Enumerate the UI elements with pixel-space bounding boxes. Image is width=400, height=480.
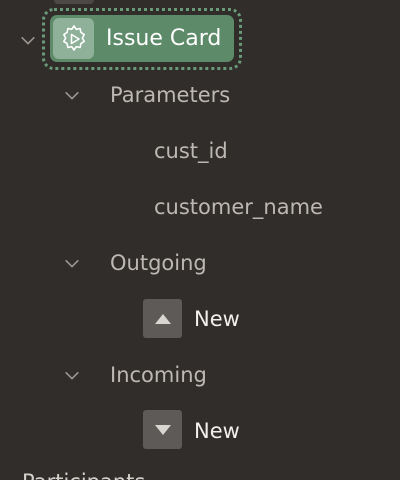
tree-node-parameter[interactable]: cust_id <box>154 139 228 163</box>
arrow-up-icon <box>143 299 182 338</box>
tree-node-parameters[interactable]: Parameters <box>110 83 230 107</box>
chevron-down-icon[interactable] <box>62 85 82 105</box>
chevron-down-icon[interactable] <box>18 30 38 50</box>
tree-node-label: Issue Card <box>106 26 222 51</box>
tree-node-outgoing[interactable]: Outgoing <box>110 251 207 275</box>
tree-view: Issue Card Parameters cust_id customer_n… <box>0 0 400 480</box>
tree-node-incoming-new[interactable]: New <box>194 419 240 443</box>
chevron-down-icon[interactable] <box>62 365 82 385</box>
previous-item-stub <box>54 0 94 4</box>
gear-play-icon <box>53 18 94 59</box>
chevron-down-icon[interactable] <box>62 253 82 273</box>
tree-node-incoming[interactable]: Incoming <box>110 363 207 387</box>
tree-node-participants[interactable]: Participants <box>22 470 145 480</box>
tree-node-parameter[interactable]: customer_name <box>154 195 323 219</box>
arrow-down-icon <box>143 410 182 449</box>
tree-node-outgoing-new[interactable]: New <box>194 307 240 331</box>
